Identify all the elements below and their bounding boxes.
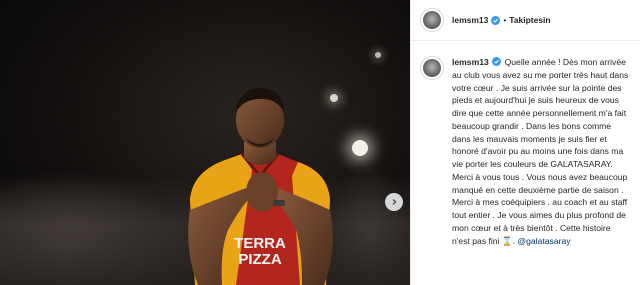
- mention-link[interactable]: @galatasaray: [517, 236, 570, 246]
- verified-badge-icon: [491, 15, 501, 25]
- caption-username[interactable]: lemsm13: [452, 57, 489, 67]
- following-button[interactable]: Takiptesin: [509, 15, 550, 25]
- stadium-light: [352, 140, 368, 156]
- jersey-sponsor-line1: TERRA: [234, 235, 286, 252]
- header-username[interactable]: lemsm13: [452, 15, 488, 25]
- player-figure: TERRA PIZZA: [188, 88, 333, 285]
- post-photo[interactable]: TERRA PIZZA: [0, 0, 410, 285]
- caption-body: Quelle année ! Dès mon arrivée au club v…: [452, 57, 629, 246]
- instagram-post: TERRA PIZZA lemsm13 • Takiptesin lemsm13: [0, 0, 640, 285]
- verified-badge-icon: [492, 57, 502, 66]
- avatar[interactable]: [420, 8, 444, 32]
- caption-text: lemsm13 Quelle année ! Dès mon arrivée a…: [452, 57, 629, 246]
- caption-comment: lemsm13 Quelle année ! Dès mon arrivée a…: [420, 56, 634, 247]
- header-separator: •: [503, 15, 507, 25]
- avatar[interactable]: [420, 56, 444, 80]
- hourglass-icon: ⌛: [501, 235, 513, 246]
- post-sidebar: lemsm13 • Takiptesin lemsm13 Quelle anné…: [410, 0, 640, 285]
- chevron-right-icon: [392, 199, 397, 205]
- next-image-button[interactable]: [385, 193, 403, 211]
- post-header: lemsm13 • Takiptesin: [411, 0, 640, 41]
- stadium-light: [375, 52, 381, 58]
- jersey-sponsor-line2: PIZZA: [238, 251, 281, 268]
